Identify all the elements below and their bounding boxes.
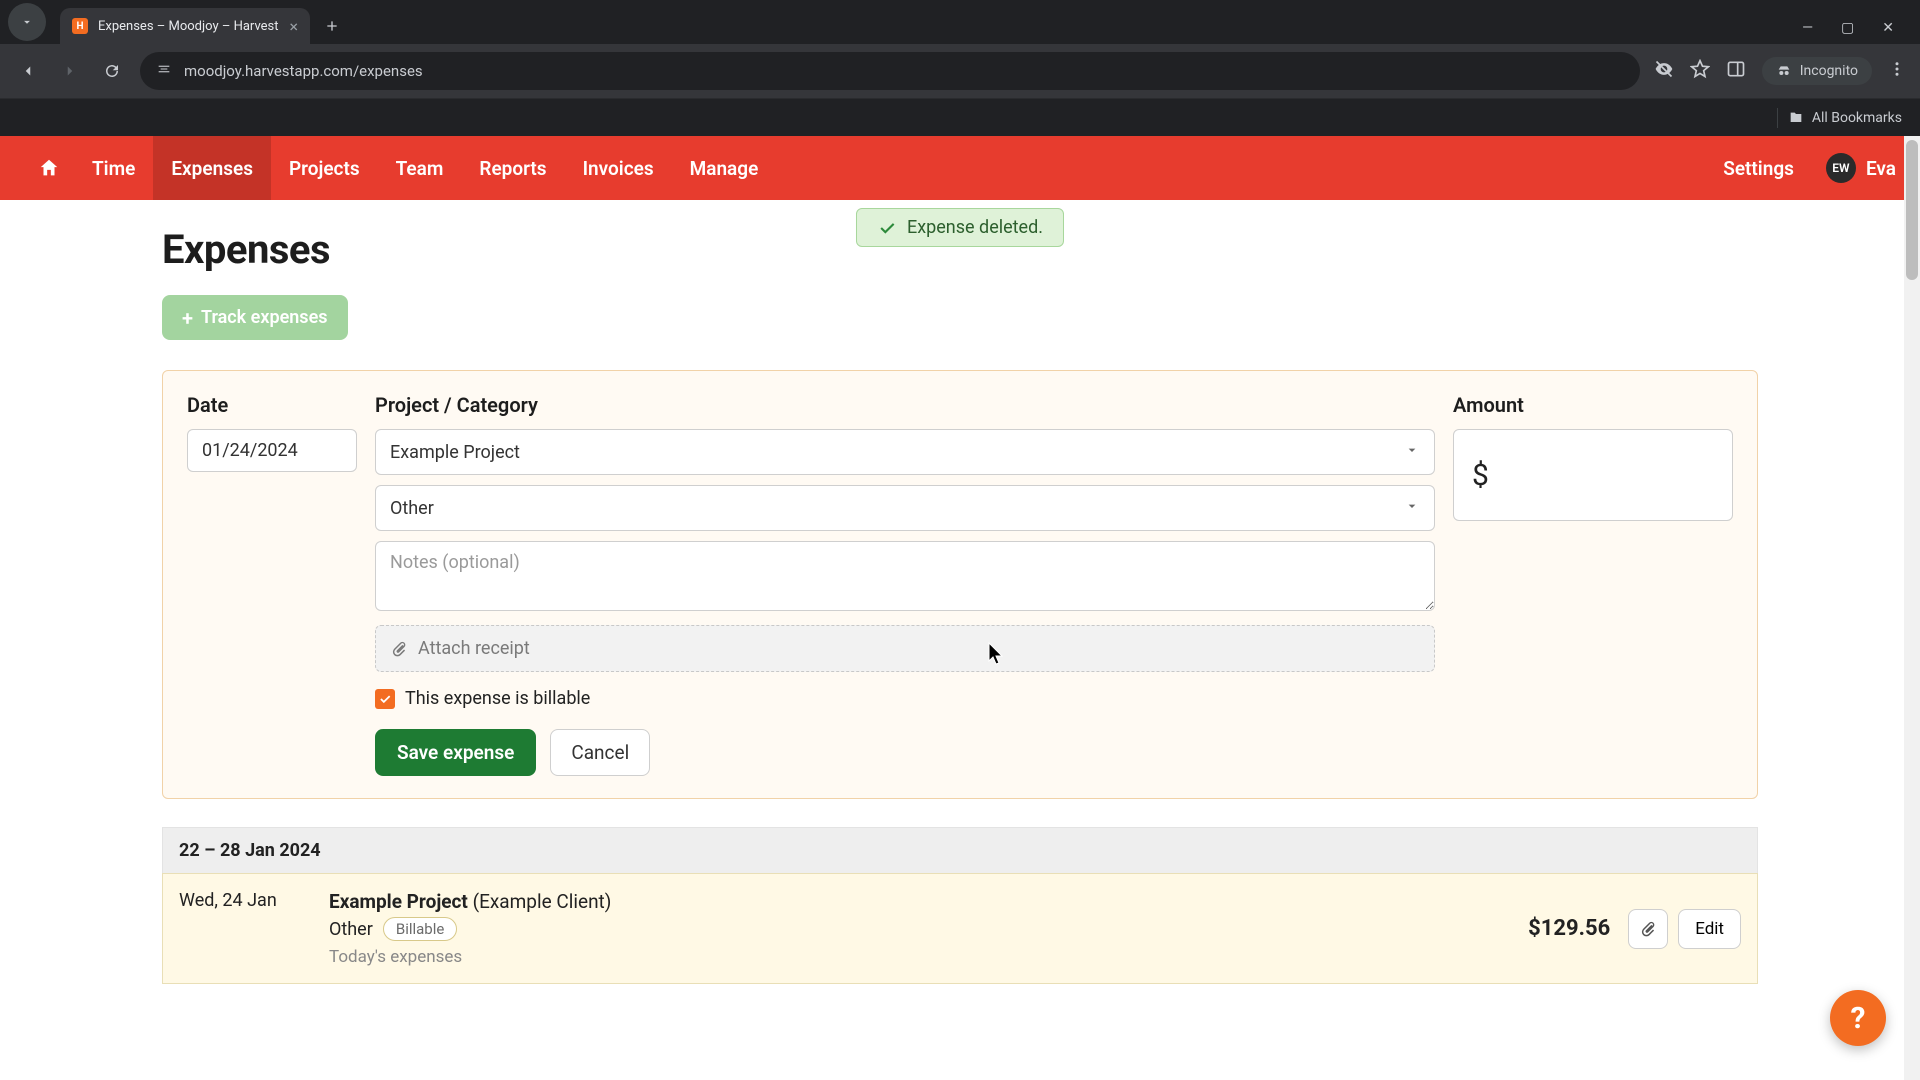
plus-icon: + <box>182 308 193 328</box>
nav-item-manage[interactable]: Manage <box>672 136 777 200</box>
nav-settings[interactable]: Settings <box>1705 136 1812 200</box>
expense-date: Wed, 24 Jan <box>179 890 329 911</box>
window-controls: — ▢ ✕ <box>1802 20 1912 44</box>
expense-form: Date Project / Category Example Project … <box>162 370 1758 799</box>
back-button[interactable] <box>14 57 42 85</box>
toast-text: Expense deleted. <box>907 217 1043 238</box>
minimize-icon[interactable]: — <box>1802 20 1813 36</box>
billable-checkbox[interactable] <box>375 689 395 709</box>
cancel-button[interactable]: Cancel <box>550 729 650 776</box>
nav-user[interactable]: EW Eva <box>1812 136 1896 200</box>
attach-receipt-button[interactable]: Attach receipt <box>375 625 1435 672</box>
url-field[interactable]: moodjoy.harvestapp.com/expenses <box>140 52 1640 90</box>
url-text: moodjoy.harvestapp.com/expenses <box>184 62 423 80</box>
browser-tab[interactable]: H Expenses – Moodjoy – Harvest × <box>60 8 310 44</box>
check-icon <box>378 692 392 706</box>
user-name: Eva <box>1866 157 1896 180</box>
address-bar: moodjoy.harvestapp.com/expenses Incognit… <box>0 44 1920 98</box>
date-input[interactable] <box>187 429 357 472</box>
billable-checkbox-row: This expense is billable <box>375 688 1435 709</box>
all-bookmarks-button[interactable]: All Bookmarks <box>1788 110 1902 126</box>
edit-expense-button[interactable]: Edit <box>1678 909 1741 949</box>
site-settings-icon[interactable] <box>156 61 172 81</box>
favicon-icon: H <box>72 18 88 34</box>
billable-badge: Billable <box>383 917 457 941</box>
close-tab-icon[interactable]: × <box>289 17 298 36</box>
track-expenses-button[interactable]: + Track expenses <box>162 295 348 340</box>
expense-project: Example Project <box>329 890 468 913</box>
nav-item-projects[interactable]: Projects <box>271 136 378 200</box>
paperclip-icon <box>1639 920 1657 938</box>
date-range-heading: 22 – 28 Jan 2024 <box>162 827 1758 873</box>
maximize-icon[interactable]: ▢ <box>1841 20 1854 36</box>
expense-amount: $129.56 <box>1470 916 1610 941</box>
bookmark-star-icon[interactable] <box>1690 59 1710 83</box>
tab-title: Expenses – Moodjoy – Harvest <box>98 19 279 34</box>
receipt-attachment-button[interactable] <box>1628 909 1668 949</box>
browser-tab-strip: H Expenses – Moodjoy – Harvest × — ▢ ✕ <box>0 0 1920 44</box>
sidepanel-icon[interactable] <box>1726 59 1746 83</box>
tablist-dropdown[interactable] <box>8 3 46 41</box>
label-date: Date <box>187 393 357 417</box>
reload-button[interactable] <box>98 57 126 85</box>
scrollbar-thumb[interactable] <box>1906 140 1918 280</box>
chrome-menu-icon[interactable] <box>1888 60 1906 82</box>
tracking-off-icon[interactable] <box>1654 59 1674 83</box>
bookmarks-bar: All Bookmarks <box>0 98 1920 136</box>
scrollbar[interactable] <box>1904 136 1920 1080</box>
nav-item-reports[interactable]: Reports <box>461 136 564 200</box>
avatar: EW <box>1826 153 1856 183</box>
label-project-category: Project / Category <box>375 393 1435 417</box>
notes-textarea[interactable] <box>375 541 1435 611</box>
incognito-label: Incognito <box>1800 63 1858 79</box>
expense-row: Wed, 24 Jan Example Project (Example Cli… <box>162 873 1758 984</box>
new-tab-button[interactable] <box>318 12 346 40</box>
flash-toast: Expense deleted. <box>856 208 1064 247</box>
chevron-down-icon <box>1404 498 1420 519</box>
category-select[interactable]: Other <box>375 485 1435 531</box>
expense-category: Other <box>329 919 373 940</box>
check-icon <box>877 218 897 238</box>
nav-item-team[interactable]: Team <box>378 136 462 200</box>
billable-label: This expense is billable <box>405 688 590 709</box>
nav-home-icon[interactable] <box>24 136 74 200</box>
chevron-down-icon <box>1404 442 1420 463</box>
expense-note: Today's expenses <box>329 947 1470 967</box>
forward-button[interactable] <box>56 57 84 85</box>
incognito-chip[interactable]: Incognito <box>1762 57 1872 85</box>
currency-symbol: $ <box>1472 458 1489 493</box>
paperclip-icon <box>390 640 408 658</box>
project-select[interactable]: Example Project <box>375 429 1435 475</box>
app-nav: Time Expenses Projects Team Reports Invo… <box>0 136 1920 200</box>
expense-client: (Example Client) <box>473 890 612 913</box>
nav-item-invoices[interactable]: Invoices <box>565 136 672 200</box>
help-fab[interactable]: ? <box>1830 990 1886 1046</box>
label-amount: Amount <box>1453 393 1733 417</box>
close-window-icon[interactable]: ✕ <box>1882 20 1894 36</box>
question-icon: ? <box>1851 1001 1866 1036</box>
page-viewport: Time Expenses Projects Team Reports Invo… <box>0 136 1920 1080</box>
amount-input[interactable]: $ <box>1453 429 1733 521</box>
nav-item-expenses[interactable]: Expenses <box>153 136 271 200</box>
save-expense-button[interactable]: Save expense <box>375 729 536 776</box>
nav-item-time[interactable]: Time <box>74 136 153 200</box>
